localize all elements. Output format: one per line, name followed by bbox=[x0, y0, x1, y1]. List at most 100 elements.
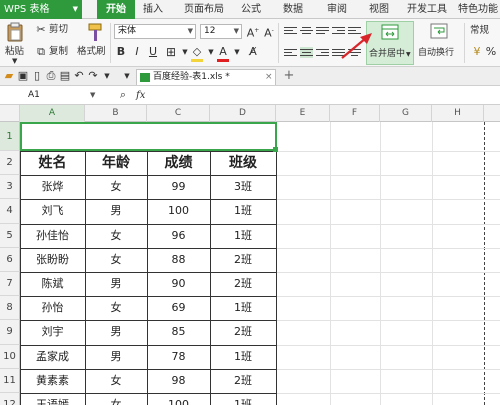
font-color-icon[interactable]: A bbox=[216, 45, 230, 59]
fill-handle[interactable] bbox=[273, 147, 278, 152]
print-preview-icon[interactable]: ▤ bbox=[58, 69, 72, 83]
table-cell[interactable]: 98 bbox=[147, 369, 210, 393]
table-cell[interactable]: 女 bbox=[85, 296, 147, 320]
redo-icon[interactable]: ↷ bbox=[86, 69, 100, 83]
zoom-icon[interactable]: ⌕ bbox=[116, 88, 130, 102]
tab-home[interactable]: 开始 bbox=[97, 0, 135, 19]
tab-data[interactable]: 数据 bbox=[278, 0, 308, 19]
spreadsheet-grid[interactable]: A B C D E F G H 1 2 3 4 5 6 7 8 9 10 11 12 姓名 年龄 成绩 班级张… bbox=[0, 105, 500, 405]
row-header[interactable]: 3 bbox=[0, 175, 20, 200]
table-cell[interactable]: 88 bbox=[147, 248, 210, 272]
table-cell[interactable]: 1班 bbox=[210, 393, 276, 405]
table-cell[interactable]: 张烨 bbox=[20, 175, 85, 199]
table-cell[interactable]: 1班 bbox=[210, 345, 276, 369]
table-cell[interactable]: 2班 bbox=[210, 369, 276, 393]
table-cell[interactable]: 2班 bbox=[210, 320, 276, 344]
table-cell[interactable]: 男 bbox=[85, 199, 147, 223]
new-document-icon[interactable]: ▯ bbox=[30, 69, 44, 83]
table-cell[interactable]: 1班 bbox=[210, 296, 276, 320]
table-cell[interactable]: 王语嫣 bbox=[20, 393, 85, 405]
table-header-cell[interactable]: 姓名 bbox=[20, 151, 85, 175]
table-cell[interactable]: 100 bbox=[147, 393, 210, 405]
tab-page-layout[interactable]: 页面布局 bbox=[178, 0, 230, 19]
table-cell[interactable]: 陈斌 bbox=[20, 272, 85, 296]
align-right-icon[interactable] bbox=[316, 47, 329, 58]
align-middle-icon[interactable] bbox=[300, 25, 313, 36]
align-center-icon[interactable] bbox=[300, 47, 313, 58]
align-left-icon[interactable] bbox=[284, 47, 297, 58]
column-header-c[interactable]: C bbox=[147, 105, 210, 122]
italic-icon[interactable]: I bbox=[130, 45, 144, 59]
table-cell[interactable]: 女 bbox=[85, 175, 147, 199]
number-format-label[interactable]: 常规 bbox=[470, 24, 489, 37]
table-cell[interactable]: 女 bbox=[85, 369, 147, 393]
table-cell[interactable]: 黄素素 bbox=[20, 369, 85, 393]
row-header[interactable]: 10 bbox=[0, 344, 20, 369]
tab-view[interactable]: 视图 bbox=[364, 0, 394, 19]
cut-button[interactable]: ✂ 剪切 bbox=[34, 23, 74, 37]
tab-formulas[interactable]: 公式 bbox=[236, 0, 266, 19]
row-header[interactable]: 8 bbox=[0, 296, 20, 321]
increase-font-icon[interactable]: A+ bbox=[246, 24, 260, 41]
table-cell[interactable]: 3班 bbox=[210, 175, 276, 199]
percent-icon[interactable]: % bbox=[484, 45, 498, 59]
table-cell[interactable]: 90 bbox=[147, 272, 210, 296]
column-header-b[interactable]: B bbox=[85, 105, 147, 122]
copy-button[interactable]: ⧉ 复制 bbox=[34, 45, 74, 59]
align-bottom-icon[interactable] bbox=[316, 25, 329, 36]
table-header-cell[interactable]: 成绩 bbox=[147, 151, 210, 175]
row-header[interactable]: 1 bbox=[0, 122, 20, 151]
close-icon[interactable]: × bbox=[265, 70, 273, 85]
column-header-e[interactable]: E bbox=[276, 105, 330, 122]
clear-format-icon[interactable]: A̸ bbox=[246, 45, 260, 59]
add-tab-icon[interactable]: + bbox=[282, 69, 296, 83]
table-cell[interactable]: 96 bbox=[147, 224, 210, 248]
row-header[interactable]: 5 bbox=[0, 223, 20, 248]
chevron-down-icon[interactable]: ▼ bbox=[230, 45, 244, 59]
paste-button[interactable]: 粘贴 ▼ bbox=[3, 21, 27, 65]
table-cell[interactable]: 1班 bbox=[210, 199, 276, 223]
row-header[interactable]: 2 bbox=[0, 151, 20, 176]
document-tab[interactable]: 百度经验-表1.xls * × bbox=[136, 69, 276, 85]
row-header[interactable]: 11 bbox=[0, 368, 20, 393]
column-header-g[interactable]: G bbox=[380, 105, 432, 122]
table-cell[interactable]: 男 bbox=[85, 272, 147, 296]
font-name-select[interactable]: 宋体 ▼ bbox=[114, 24, 196, 39]
row-header[interactable]: 9 bbox=[0, 320, 20, 345]
table-cell[interactable]: 刘宇 bbox=[20, 320, 85, 344]
table-header-cell[interactable]: 年龄 bbox=[85, 151, 147, 175]
save-icon[interactable]: ▣ bbox=[16, 69, 30, 83]
column-header-a[interactable]: A bbox=[20, 105, 85, 122]
table-cell[interactable]: 张盼盼 bbox=[20, 248, 85, 272]
row-header[interactable]: 6 bbox=[0, 247, 20, 272]
selected-cell-a1[interactable] bbox=[20, 122, 277, 151]
fill-color-icon[interactable]: ◇ bbox=[190, 45, 204, 59]
table-cell[interactable]: 男 bbox=[85, 345, 147, 369]
select-all-corner[interactable] bbox=[0, 105, 20, 122]
function-icon[interactable]: fx bbox=[136, 89, 145, 102]
table-cell[interactable]: 69 bbox=[147, 296, 210, 320]
table-cell[interactable]: 女 bbox=[85, 248, 147, 272]
tab-developer[interactable]: 开发工具 bbox=[402, 0, 452, 19]
font-size-select[interactable]: 12 ▼ bbox=[200, 24, 242, 39]
bold-icon[interactable]: B bbox=[114, 45, 128, 59]
table-cell[interactable]: 孙佳怡 bbox=[20, 224, 85, 248]
table-header-cell[interactable]: 班级 bbox=[210, 151, 276, 175]
wrap-text-button[interactable]: 自动换行 bbox=[418, 21, 460, 65]
border-icon[interactable]: ⊞ bbox=[164, 45, 178, 59]
table-cell[interactable]: 刘飞 bbox=[20, 199, 85, 223]
tab-list-icon[interactable]: ▼ bbox=[120, 69, 134, 83]
chevron-down-icon[interactable]: ▼ bbox=[100, 69, 114, 83]
row-header[interactable]: 7 bbox=[0, 272, 20, 297]
chevron-down-icon[interactable]: ▼ bbox=[90, 88, 95, 103]
app-menu-button[interactable]: WPS 表格 ▼ bbox=[0, 0, 82, 19]
table-cell[interactable]: 女 bbox=[85, 224, 147, 248]
currency-icon[interactable]: ¥ bbox=[470, 45, 484, 59]
row-header[interactable]: 12 bbox=[0, 393, 20, 405]
name-box[interactable]: A1 ▼ bbox=[28, 88, 112, 103]
table-cell[interactable]: 女 bbox=[85, 393, 147, 405]
table-cell[interactable]: 孙怡 bbox=[20, 296, 85, 320]
table-cell[interactable]: 2班 bbox=[210, 248, 276, 272]
align-top-icon[interactable] bbox=[284, 25, 297, 36]
table-cell[interactable]: 99 bbox=[147, 175, 210, 199]
